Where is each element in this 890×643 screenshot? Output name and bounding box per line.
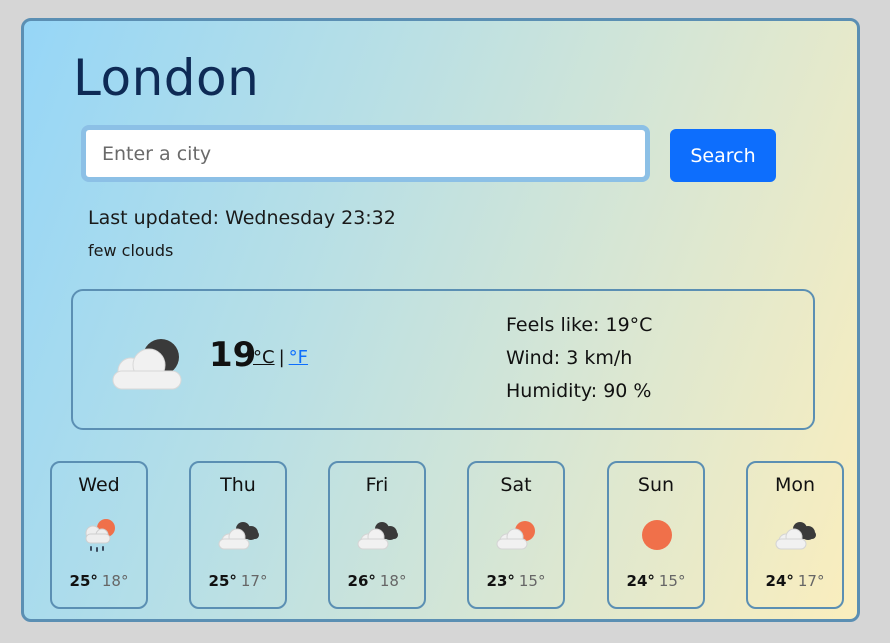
forecast-temps: 25° 17° <box>191 572 285 590</box>
min-temp: 15° <box>658 572 686 590</box>
cloudy-night-icon <box>775 522 816 550</box>
current-weather-card: 19 °C | °F Feels like: 19°C Wind: 3 km/h H… <box>71 289 815 430</box>
max-temp: 25° <box>208 572 237 590</box>
min-temp: 18° <box>379 572 407 590</box>
unit-switcher: °C | °F <box>253 347 308 368</box>
forecast-day-thu: Thu 25° 17° <box>189 461 287 609</box>
wind-speed: Wind: 3 km/h <box>506 347 633 369</box>
min-temp: 15° <box>518 572 546 590</box>
forecast-day-sat: Sat 23° 15° <box>467 461 565 609</box>
min-temp: 17° <box>797 572 825 590</box>
partly-cloudy-icon <box>496 521 535 550</box>
fahrenheit-link[interactable]: °F <box>289 347 308 368</box>
rain-sun-icon <box>85 519 115 552</box>
forecast-day-name: Sun <box>637 474 675 496</box>
forecast-temps: 24° 15° <box>609 572 703 590</box>
max-temp: 25° <box>69 572 98 590</box>
forecast-day-name: Fri <box>365 474 389 496</box>
forecast-day-name: Sat <box>500 474 532 496</box>
forecast-day-wed: Wed 25° 18° <box>50 461 148 609</box>
forecast-day-fri: Fri 26° 18° <box>328 461 426 609</box>
current-temperature: 19 <box>209 335 257 375</box>
max-temp: 24° <box>765 572 794 590</box>
forecast-day-sun: Sun 24° 15° <box>607 461 705 609</box>
weather-app: London Search Last updated: Wednesday 23… <box>21 18 860 622</box>
forecast-temps: 25° 18° <box>52 572 146 590</box>
celsius-link[interactable]: °C <box>253 347 275 368</box>
city-search-input[interactable] <box>81 125 650 182</box>
humidity: Humidity: 90 % <box>506 380 652 402</box>
forecast-day-name: Thu <box>220 474 256 496</box>
few-clouds-night-icon <box>112 339 182 390</box>
max-temp: 26° <box>347 572 376 590</box>
cloudy-night-icon <box>357 522 398 550</box>
cloudy-night-icon <box>218 522 259 550</box>
forecast-day-mon: Mon 24° 17° <box>746 461 844 609</box>
weather-details: Feels like: 19°C Wind: 3 km/h Humidity: … <box>506 309 652 408</box>
search-button[interactable]: Search <box>670 129 776 182</box>
max-temp: 23° <box>486 572 515 590</box>
city-title: London <box>73 49 260 107</box>
min-temp: 18° <box>101 572 129 590</box>
unit-separator: | <box>278 347 285 368</box>
max-temp: 24° <box>626 572 655 590</box>
forecast-temps: 26° 18° <box>330 572 424 590</box>
sun-icon <box>642 520 672 550</box>
forecast-temps: 24° 17° <box>748 572 842 590</box>
forecast-day-name: Mon <box>774 474 816 496</box>
min-temp: 17° <box>240 572 268 590</box>
last-updated: Last updated: Wednesday 23:32 <box>88 207 396 229</box>
weather-description: few clouds <box>88 241 174 260</box>
forecast-day-name: Wed <box>78 474 120 496</box>
forecast-temps: 23° 15° <box>469 572 563 590</box>
feels-like: Feels like: 19°C <box>506 314 653 336</box>
